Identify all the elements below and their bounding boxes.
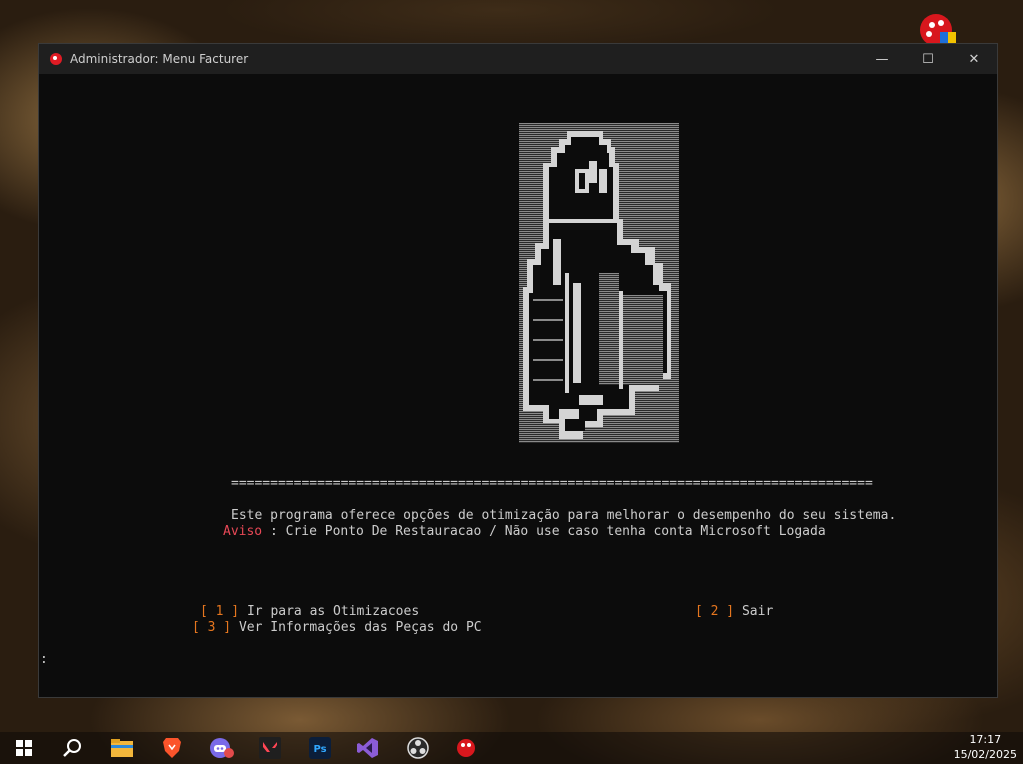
option-2-label: Sair — [734, 604, 774, 619]
obs-icon[interactable] — [400, 732, 436, 764]
file-explorer-icon[interactable] — [104, 732, 140, 764]
system-clock[interactable]: 17:17 15/02/2025 — [954, 732, 1017, 764]
minimize-button[interactable]: — — [859, 44, 905, 74]
discord-icon[interactable] — [204, 732, 240, 764]
menu-option-1[interactable]: [ 1 ] Ir para as Otimizacoes — [200, 604, 419, 620]
taskbar: Ps 17:17 15/02/2025 — [0, 732, 1023, 764]
warning-text: : Crie Ponto De Restauracao / Não use ca… — [262, 524, 826, 539]
option-3-key: [ 3 ] — [192, 620, 232, 635]
option-3-label: Ver Informações das Peças do PC — [231, 620, 482, 635]
photoshop-icon[interactable]: Ps — [302, 732, 338, 764]
console-window: Administrador: Menu Facturer — ☐ ✕ =====… — [38, 43, 998, 698]
menu-option-2[interactable]: [ 2 ] Sair — [695, 604, 773, 620]
desktop-app-icon[interactable] — [920, 14, 956, 46]
menu-option-3[interactable]: [ 3 ] Ver Informações das Peças do PC — [192, 620, 482, 636]
title-bar[interactable]: Administrador: Menu Facturer — ☐ ✕ — [39, 44, 997, 74]
option-2-key: [ 2 ] — [695, 604, 735, 619]
ascii-art-figure — [519, 123, 679, 443]
option-1-label: Ir para as Otimizacoes — [239, 604, 420, 619]
clock-time: 17:17 — [969, 733, 1002, 746]
option-1-key: [ 1 ] — [200, 604, 240, 619]
search-icon[interactable] — [54, 732, 90, 764]
description-text: Este programa oferece opções de otimizaç… — [231, 508, 897, 523]
windows-start-icon[interactable] — [6, 732, 42, 764]
separator-line: ========================================… — [231, 476, 873, 491]
close-button[interactable]: ✕ — [951, 44, 997, 74]
visual-studio-icon[interactable] — [350, 732, 386, 764]
console-output[interactable]: ========================================… — [39, 74, 997, 697]
input-prompt[interactable]: : — [40, 652, 48, 668]
clock-date: 15/02/2025 — [953, 748, 1017, 761]
window-title: Administrador: Menu Facturer — [70, 52, 249, 66]
brave-browser-icon[interactable] — [154, 732, 190, 764]
facturer-app-icon — [50, 53, 62, 65]
valorant-icon[interactable] — [252, 732, 288, 764]
facturer-app-icon[interactable] — [448, 732, 484, 764]
photoshop-label: Ps — [313, 744, 326, 755]
maximize-button[interactable]: ☐ — [905, 44, 951, 74]
warning-label: Aviso — [223, 524, 263, 539]
warning-line: Aviso : Crie Ponto De Restauracao / Não … — [223, 524, 826, 540]
